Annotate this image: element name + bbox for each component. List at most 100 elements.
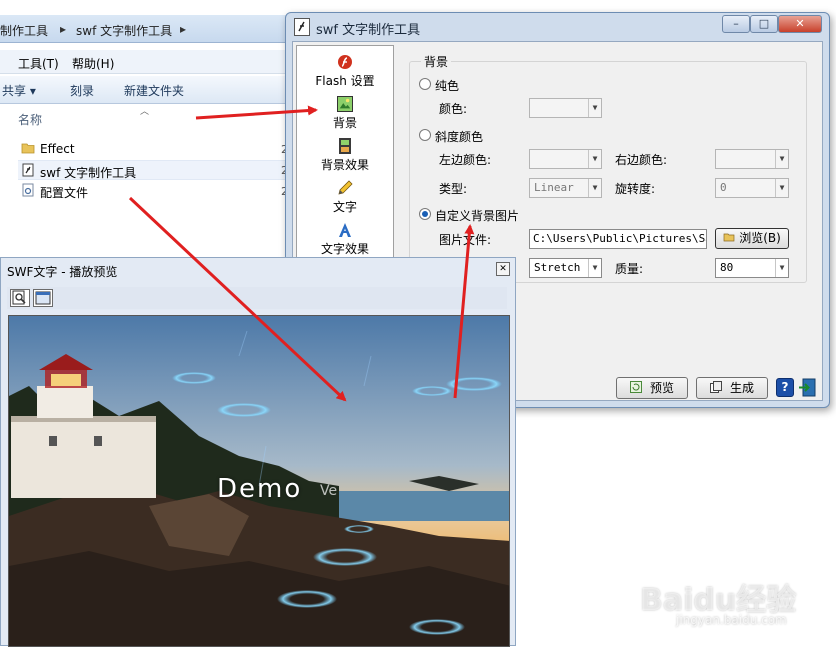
preview-toolbar [7, 287, 507, 309]
preview-label: 预览 [649, 381, 674, 395]
preview-title: SWF文字 - 播放预览 [7, 265, 118, 279]
gradient-color-radio[interactable] [419, 129, 431, 141]
breadcrumb-segment[interactable]: 制作工具 [0, 22, 48, 39]
app-icon [294, 18, 310, 36]
solid-color-label: 纯色 [435, 79, 460, 93]
left-color-label: 左边颜色: [439, 153, 492, 167]
exit-icon[interactable] [798, 378, 816, 397]
text-effect-icon [339, 223, 351, 237]
sidebar-item-label: Flash 设置 [315, 74, 375, 88]
window-icon [35, 291, 51, 305]
chevron-down-icon: ▼ [588, 99, 601, 117]
magnifier-icon [12, 290, 26, 305]
preview-close-button[interactable]: ✕ [496, 262, 510, 276]
explorer-toolbar: 共享 ▾ 刻录 新建文件夹 [0, 76, 300, 104]
breadcrumb-separator-icon: ▸ [180, 22, 187, 36]
preview-window: SWF文字 - 播放预览 ✕ Demo Ve [0, 257, 516, 647]
refresh-icon [629, 381, 642, 393]
sidebar-item-label: 文字 [332, 200, 357, 214]
sidebar-item-background[interactable]: 背景 [297, 94, 393, 134]
sidebar-item-flash[interactable]: Flash 设置 [297, 52, 393, 92]
quality-value: 80 [720, 261, 734, 274]
chevron-down-icon: ▼ [775, 179, 788, 197]
open-folder-icon [723, 233, 735, 242]
background-group [409, 61, 807, 283]
image-file-input[interactable]: C:\Users\Public\Pictures\Samp [529, 229, 707, 249]
column-header-name[interactable]: 名称 [18, 111, 42, 128]
sidebar-item-label: 背景效果 [320, 158, 369, 172]
maximize-button[interactable]: □ [750, 15, 778, 33]
menu-bar: 工具(T) 帮助(H) [0, 50, 300, 74]
image-file-label: 图片文件: [439, 233, 492, 247]
chevron-down-icon: ▼ [775, 150, 788, 168]
zoom-button[interactable] [10, 289, 30, 307]
fit-window-button[interactable] [33, 289, 53, 307]
stretch-value: Stretch [534, 261, 581, 274]
background-image-icon [337, 96, 353, 112]
right-color-label: 右边颜色: [615, 153, 668, 167]
config-file-icon [22, 183, 34, 197]
dialog-title: swf 文字制作工具 [316, 23, 421, 38]
solid-color-radio[interactable] [419, 78, 431, 90]
color-label: 颜色: [439, 102, 468, 116]
sidebar-item-text[interactable]: 文字 [297, 178, 393, 218]
browse-label: 浏览(B) [739, 231, 781, 245]
generate-button[interactable]: 生成 [696, 377, 768, 399]
right-color-dropdown[interactable]: ▼ [715, 149, 789, 169]
browse-button[interactable]: 浏览(B) [715, 228, 789, 249]
burn-button[interactable]: 刻录 [70, 82, 94, 99]
rotation-input[interactable]: 0 ▼ [715, 178, 789, 198]
sidebar-item-background-effect[interactable]: 背景效果 [297, 136, 393, 176]
rotation-label: 旋转度: [615, 182, 656, 196]
minimize-button[interactable]: – [722, 15, 750, 33]
stretch-dropdown[interactable]: Stretch ▼ [529, 258, 602, 278]
type-label: 类型: [439, 182, 468, 196]
folder-icon [21, 143, 35, 154]
chevron-down-icon: ▼ [775, 259, 788, 277]
share-button[interactable]: 共享 ▾ [2, 82, 36, 99]
watermark: Baidu经验 jingyan.baidu.com [640, 575, 830, 635]
sidebar-item-label: 背景 [332, 116, 357, 130]
gradient-type-dropdown[interactable]: Linear ▼ [529, 178, 602, 198]
watermark-url: jingyan.baidu.com [676, 613, 787, 627]
gradient-color-label: 斜度颜色 [435, 130, 484, 144]
group-title: 背景 [421, 53, 452, 70]
chevron-down-icon: ▼ [588, 150, 601, 168]
quality-label: 质量: [615, 262, 644, 276]
menu-tools[interactable]: 工具(T) [18, 55, 59, 72]
breadcrumb-segment[interactable]: swf 文字制作工具 [76, 22, 172, 39]
list-item[interactable]: swf 文字制作工具 [18, 160, 286, 180]
demo-text: Demo [217, 474, 303, 504]
rotation-value: 0 [720, 181, 727, 194]
preview-button[interactable]: 预览 [616, 377, 688, 399]
sort-chevron-icon: ︿ [140, 107, 150, 117]
address-bar[interactable]: 制作工具 ▸ swf 文字制作工具 ▸ [0, 15, 300, 43]
breadcrumb-separator-icon: ▸ [60, 22, 67, 36]
file-name: 配置文件 [40, 186, 89, 200]
app-file-icon [22, 163, 34, 177]
pencil-icon [338, 180, 353, 195]
file-name: Effect [40, 142, 75, 156]
color-dropdown[interactable]: ▼ [529, 98, 602, 118]
quality-input[interactable]: 80 ▼ [715, 258, 789, 278]
list-item[interactable]: Effect [18, 139, 286, 159]
custom-image-radio[interactable] [419, 208, 431, 220]
flash-icon [338, 55, 352, 69]
list-item[interactable]: 配置文件 [18, 181, 286, 201]
swf-preview-stage[interactable]: Demo Ve [8, 315, 510, 647]
gradient-type-value: Linear [534, 181, 574, 194]
sidebar-item-label: 文字效果 [320, 242, 369, 256]
demo-text-tail: Ve [320, 483, 338, 499]
copy-icon [709, 381, 722, 393]
film-icon [339, 138, 351, 154]
help-button[interactable]: ? [776, 378, 794, 397]
new-folder-button[interactable]: 新建文件夹 [124, 82, 184, 99]
generate-label: 生成 [729, 381, 754, 395]
chevron-down-icon: ▼ [588, 179, 601, 197]
sidebar-item-text-effect[interactable]: 文字效果 [297, 220, 393, 260]
file-name: swf 文字制作工具 [40, 166, 137, 180]
close-button[interactable]: ✕ [778, 15, 822, 33]
left-color-dropdown[interactable]: ▼ [529, 149, 602, 169]
chevron-down-icon: ▼ [588, 259, 601, 277]
menu-help[interactable]: 帮助(H) [72, 55, 114, 72]
